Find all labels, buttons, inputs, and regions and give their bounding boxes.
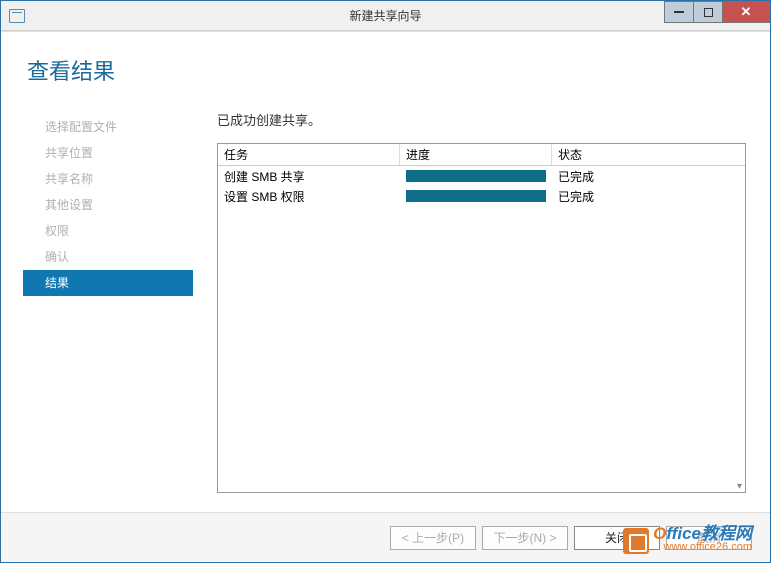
table-body: 创建 SMB 共享 已完成 设置 SMB 权限 已完成 <box>218 166 745 206</box>
table-header: 任务 进度 状态 <box>218 144 745 166</box>
content-panel: 已成功创建共享。 任务 进度 状态 创建 SMB 共享 已完成 设置 SMB 权… <box>217 110 746 493</box>
column-header-task[interactable]: 任务 <box>218 144 400 165</box>
minimize-button[interactable] <box>664 1 694 23</box>
page-title: 查看结果 <box>1 32 770 86</box>
cell-task: 设置 SMB 权限 <box>218 188 400 205</box>
cell-progress <box>400 190 552 202</box>
cell-status: 已完成 <box>552 168 745 185</box>
cancel-button: 取消 <box>666 526 752 550</box>
wizard-footer: < 上一步(P) 下一步(N) > 关闭 取消 <box>1 512 770 562</box>
sidebar-item-confirm: 确认 <box>23 244 193 270</box>
results-table: 任务 进度 状态 创建 SMB 共享 已完成 设置 SMB 权限 已完成 <box>217 143 746 493</box>
scroll-corner-icon <box>729 476 743 490</box>
table-row: 创建 SMB 共享 已完成 <box>218 166 745 186</box>
close-button[interactable]: ✕ <box>722 1 770 23</box>
wizard-steps-sidebar: 选择配置文件 共享位置 共享名称 其他设置 权限 确认 结果 <box>23 114 193 296</box>
column-header-status[interactable]: 状态 <box>552 144 745 165</box>
table-row: 设置 SMB 权限 已完成 <box>218 186 745 206</box>
previous-button: < 上一步(P) <box>390 526 476 550</box>
window-controls: ✕ <box>665 1 770 23</box>
close-wizard-button[interactable]: 关闭 <box>574 526 660 550</box>
progress-bar <box>406 190 546 202</box>
cell-status: 已完成 <box>552 188 745 205</box>
cell-progress <box>400 170 552 182</box>
sidebar-item-other-settings: 其他设置 <box>23 192 193 218</box>
progress-bar <box>406 170 546 182</box>
sidebar-item-results[interactable]: 结果 <box>23 270 193 296</box>
next-button: 下一步(N) > <box>482 526 568 550</box>
wizard-body: 查看结果 选择配置文件 共享位置 共享名称 其他设置 权限 确认 结果 已成功创… <box>1 31 770 562</box>
sidebar-item-permissions: 权限 <box>23 218 193 244</box>
window-title: 新建共享向导 <box>349 7 421 24</box>
titlebar: 新建共享向导 ✕ <box>1 1 770 31</box>
sidebar-item-share-name: 共享名称 <box>23 166 193 192</box>
maximize-button[interactable] <box>693 1 723 23</box>
summary-text: 已成功创建共享。 <box>217 110 746 129</box>
sidebar-item-select-profile: 选择配置文件 <box>23 114 193 140</box>
sidebar-item-share-location: 共享位置 <box>23 140 193 166</box>
cell-task: 创建 SMB 共享 <box>218 168 400 185</box>
column-header-progress[interactable]: 进度 <box>400 144 552 165</box>
app-icon <box>9 9 25 23</box>
